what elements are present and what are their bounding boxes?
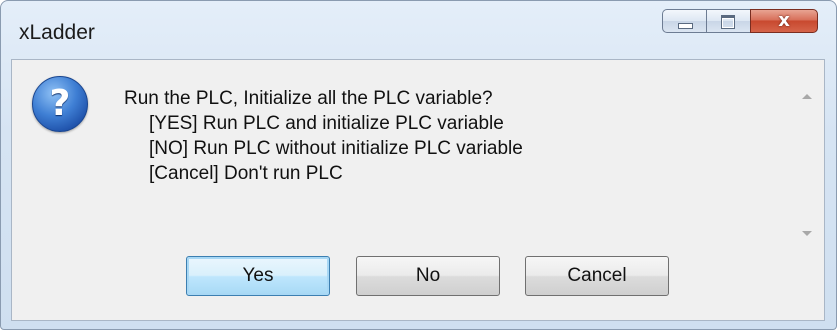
yes-button[interactable]: Yes <box>186 256 330 296</box>
scroll-down-arrow-icon[interactable] <box>802 231 812 236</box>
close-button[interactable]: x <box>750 9 818 33</box>
message-line-yes: [YES] Run PLC and initialize PLC variabl… <box>149 113 504 134</box>
message-text: Run the PLC, Initialize all the PLC vari… <box>124 86 784 186</box>
caption-buttons: x <box>662 9 818 33</box>
cancel-button[interactable]: Cancel <box>525 256 669 296</box>
message-scrollbar[interactable] <box>798 80 816 240</box>
button-row: Yes No Cancel <box>12 256 824 296</box>
no-button[interactable]: No <box>356 256 500 296</box>
dialog-body: ? Run the PLC, Initialize all the PLC va… <box>11 59 825 321</box>
maximize-button[interactable] <box>706 9 750 33</box>
message-line-cancel: [Cancel] Don't run PLC <box>149 163 343 184</box>
scroll-up-arrow-icon[interactable] <box>802 94 812 99</box>
title-bar[interactable]: xLadder x <box>1 1 836 59</box>
question-mark-glyph: ? <box>49 83 71 124</box>
close-icon: x <box>778 10 790 31</box>
message-line-question: Run the PLC, Initialize all the PLC vari… <box>124 88 493 109</box>
window-title: xLadder <box>19 21 95 44</box>
minimize-button[interactable] <box>662 9 706 33</box>
message-line-no: [NO] Run PLC without initialize PLC vari… <box>149 138 523 159</box>
maximize-icon <box>721 15 735 29</box>
minimize-icon <box>678 23 693 29</box>
dialog-window: xLadder x ? Run the PLC, Initialize all … <box>0 0 837 330</box>
question-icon: ? <box>32 76 88 132</box>
